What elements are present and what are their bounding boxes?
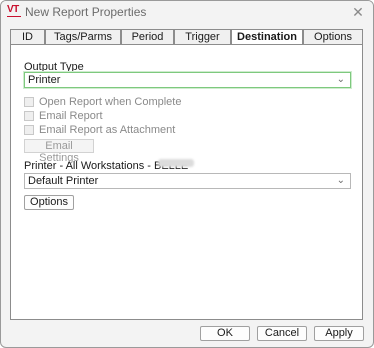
ok-button[interactable]: OK [200, 326, 250, 341]
apply-button[interactable]: Apply [314, 326, 364, 341]
report-properties-dialog: VT New Report Properties ✕ ID Tags/Parms… [0, 0, 374, 348]
title-bar: VT New Report Properties ✕ [1, 1, 373, 23]
cancel-button[interactable]: Cancel [257, 326, 307, 341]
tab-strip: ID Tags/Parms Period Trigger Destination… [10, 29, 363, 46]
window-title: New Report Properties [25, 5, 147, 19]
printer-options-button[interactable]: Options [24, 195, 74, 210]
close-icon[interactable]: ✕ [349, 3, 367, 21]
chevron-down-icon: ⌄ [336, 175, 345, 186]
redacted-workstation-name [158, 159, 194, 167]
tab-tags-parms[interactable]: Tags/Parms [45, 29, 121, 44]
checkbox-box[interactable] [24, 125, 34, 135]
vt-logo: VT [7, 5, 21, 17]
printer-select[interactable]: Default Printer ⌄ [24, 173, 351, 189]
checkbox-box[interactable] [24, 97, 34, 107]
tab-trigger[interactable]: Trigger [174, 29, 231, 44]
chevron-down-icon: ⌄ [336, 74, 345, 85]
output-type-select[interactable]: Printer ⌄ [24, 72, 351, 88]
checkbox-box[interactable] [24, 111, 34, 121]
email-settings-button[interactable]: Email Settings [24, 139, 94, 164]
tab-id[interactable]: ID [10, 29, 45, 44]
tab-period[interactable]: Period [121, 29, 174, 44]
destination-panel: Output Type Printer ⌄ Open Report when C… [10, 44, 363, 320]
tab-options[interactable]: Options [303, 29, 363, 44]
